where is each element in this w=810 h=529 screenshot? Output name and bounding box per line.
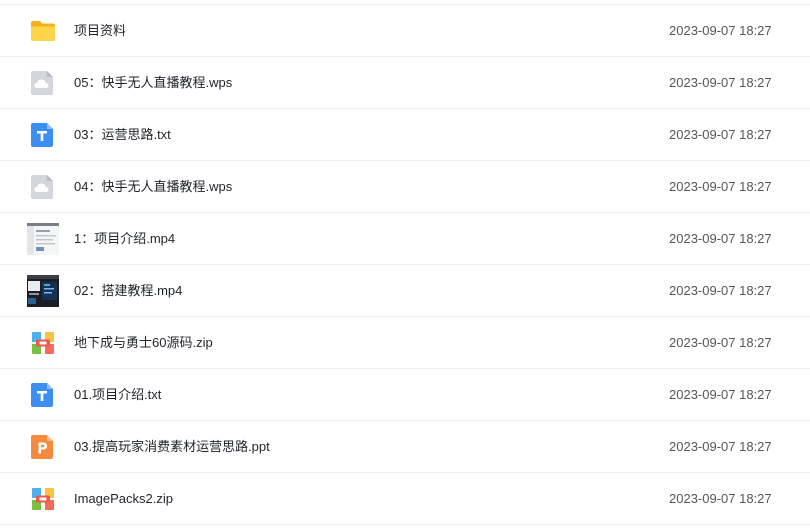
file-row[interactable]: 03.提高玩家消费素材运营思路.ppt 2023-09-07 18:27 xyxy=(0,421,810,473)
cloud-file-icon xyxy=(31,71,53,95)
txt-file-icon xyxy=(31,123,53,147)
file-row[interactable]: 1：项目介绍.mp4 2023-09-07 18:27 xyxy=(0,213,810,265)
ppt-file-icon xyxy=(31,435,53,459)
file-row[interactable]: 04：快手无人直播教程.wps 2023-09-07 18:27 xyxy=(0,161,810,213)
file-modified-time: 2023-09-07 18:27 xyxy=(669,179,772,194)
video-thumbnail-icon xyxy=(27,223,59,255)
video-thumbnail-icon xyxy=(27,275,59,307)
file-row[interactable]: 02：搭建教程.mp4 2023-09-07 18:27 xyxy=(0,265,810,317)
file-modified-time: 2023-09-07 18:27 xyxy=(669,23,772,38)
file-modified-time: 2023-09-07 18:27 xyxy=(669,491,772,506)
file-row[interactable]: 地下成与勇士60源码.zip 2023-09-07 18:27 xyxy=(0,317,810,369)
file-name[interactable]: ImagePacks2.zip xyxy=(74,473,173,524)
file-row[interactable]: ImagePacks2.zip 2023-09-07 18:27 xyxy=(0,473,810,525)
txt-file-icon xyxy=(31,383,53,407)
file-row[interactable]: 03：运营思路.txt 2023-09-07 18:27 xyxy=(0,109,810,161)
file-name[interactable]: 地下成与勇士60源码.zip xyxy=(74,317,213,368)
file-modified-time: 2023-09-07 18:27 xyxy=(669,75,772,90)
file-row[interactable]: 01.项目介绍.txt 2023-09-07 18:27 xyxy=(0,369,810,421)
file-name[interactable]: 01.项目介绍.txt xyxy=(74,369,161,420)
file-modified-time: 2023-09-07 18:27 xyxy=(669,231,772,246)
file-modified-time: 2023-09-07 18:27 xyxy=(669,335,772,350)
zip-file-icon xyxy=(32,488,54,510)
file-modified-time: 2023-09-07 18:27 xyxy=(669,283,772,298)
file-name[interactable]: 02：搭建教程.mp4 xyxy=(74,265,182,316)
file-name[interactable]: 1：项目介绍.mp4 xyxy=(74,213,175,264)
file-modified-time: 2023-09-07 18:27 xyxy=(669,387,772,402)
file-name[interactable]: 03.提高玩家消费素材运营思路.ppt xyxy=(74,421,270,472)
folder-icon xyxy=(31,21,55,41)
file-modified-time: 2023-09-07 18:27 xyxy=(669,127,772,142)
file-row[interactable]: 项目资料 2023-09-07 18:27 xyxy=(0,4,810,57)
file-name[interactable]: 05：快手无人直播教程.wps xyxy=(74,57,232,108)
file-modified-time: 2023-09-07 18:27 xyxy=(669,439,772,454)
file-row[interactable]: 05：快手无人直播教程.wps 2023-09-07 18:27 xyxy=(0,57,810,109)
file-name[interactable]: 04：快手无人直播教程.wps xyxy=(74,161,232,212)
file-list: 项目资料 2023-09-07 18:27 05：快手无人直播教程.wps 20… xyxy=(0,4,810,525)
cloud-file-icon xyxy=(31,175,53,199)
file-name[interactable]: 项目资料 xyxy=(74,5,126,56)
file-name[interactable]: 03：运营思路.txt xyxy=(74,109,171,160)
zip-file-icon xyxy=(32,332,54,354)
